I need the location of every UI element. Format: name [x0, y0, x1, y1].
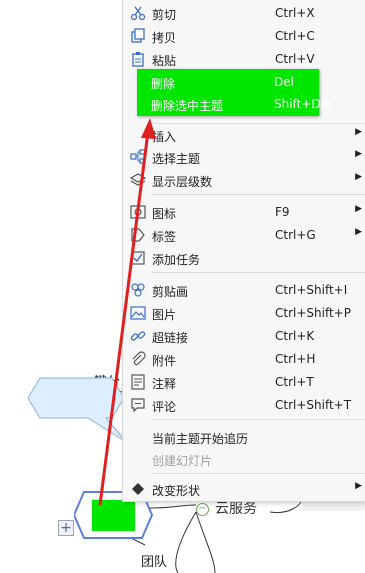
expand-button[interactable]: + [58, 520, 74, 536]
menu-item-select-topic[interactable]: 选择主题 ▶ [123, 146, 365, 168]
menu-item-delete-selected-topic[interactable]: 删除选中主题 Shift+Del [137, 93, 331, 115]
scissors-icon [130, 6, 146, 21]
chevron-right-icon: ▶ [355, 481, 362, 491]
menu-item-picture[interactable]: 图片 Ctrl+Shift+P [123, 302, 365, 324]
menu-item-create-slide: 创建幻灯片 [152, 454, 213, 468]
menu-item-copy[interactable]: 拷贝 Ctrl+C [123, 25, 365, 47]
menu-item-note[interactable]: 注释 Ctrl+T [123, 371, 365, 393]
tag-icon [131, 228, 145, 242]
topic-green-box [92, 500, 135, 531]
menu-item-change-shape[interactable]: 改变形状 ▶ [123, 478, 365, 500]
menu-item-tag[interactable]: 标签 Ctrl+G ▶ [123, 224, 365, 246]
collapse-icon[interactable]: − [196, 502, 209, 516]
link-icon [130, 331, 146, 341]
menu-item-attachment[interactable]: 附件 Ctrl+H [123, 348, 365, 370]
task-icon [131, 251, 145, 265]
menu-separator [152, 194, 365, 195]
menu-item-icon[interactable]: 图标 F9 ▶ [123, 201, 365, 223]
menu-item-insert[interactable]: 插入 ▶ [123, 124, 365, 146]
menu-separator [152, 473, 365, 474]
clipart-icon [131, 283, 145, 297]
menu-item-comment[interactable]: 评论 Ctrl+Shift+T [123, 394, 365, 416]
image-icon [130, 205, 146, 219]
paperclip-icon [132, 351, 146, 366]
menu-separator [152, 272, 365, 273]
note-icon [131, 374, 145, 390]
chevron-right-icon: ▶ [355, 172, 362, 182]
menu-item-cut[interactable]: 剪切 Ctrl+X [123, 2, 365, 24]
delete-highlight: 删除 Del 删除选中主题 Shift+Del [137, 69, 331, 116]
menu-item-hyperlink[interactable]: 超链接 Ctrl+K [123, 325, 365, 347]
chevron-right-icon: ▶ [355, 204, 362, 214]
menu-item-show-levels[interactable]: 显示层级数 ▶ [123, 169, 365, 191]
menu-separator [152, 419, 365, 420]
menu-item-clipart[interactable]: 剪贴画 Ctrl+Shift+I [123, 279, 365, 301]
callout-shape[interactable] [28, 376, 128, 448]
clipboard-icon [132, 52, 144, 67]
chevron-right-icon: ▶ [355, 149, 362, 159]
select-topic-icon [130, 149, 146, 164]
picture-icon [130, 306, 146, 320]
menu-item-start-walkthrough[interactable]: 当前主题开始追历 [123, 426, 365, 448]
menu-item-add-task[interactable]: 添加任务 [123, 247, 365, 269]
comment-icon [131, 398, 145, 413]
menu-item-paste[interactable]: 粘贴 Ctrl+V [123, 48, 365, 70]
chevron-right-icon: ▶ [355, 227, 362, 237]
layers-icon [130, 173, 146, 186]
diamond-icon [132, 483, 144, 495]
menu-item-delete[interactable]: 删除 Del [137, 71, 319, 93]
topic-team[interactable]: 团队 [141, 551, 167, 570]
cloud-node-label: 云服务 [215, 501, 257, 517]
copy-icon [131, 28, 145, 43]
chevron-right-icon: ▶ [355, 127, 362, 137]
